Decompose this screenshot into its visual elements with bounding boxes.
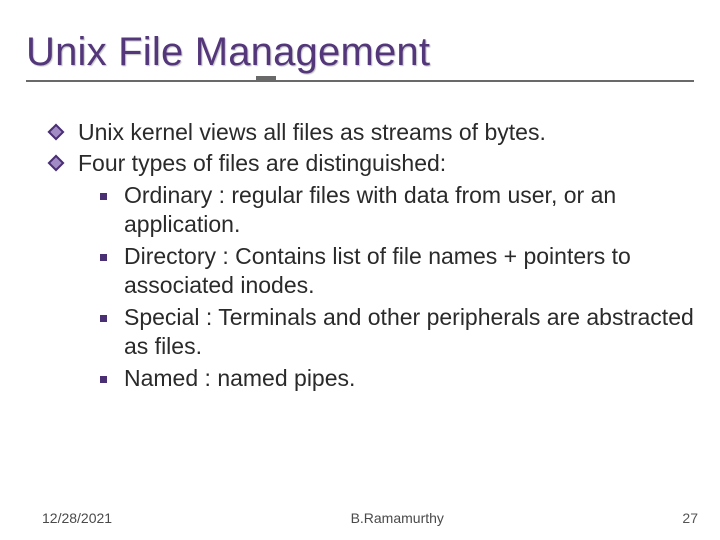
square-bullet-icon [100,193,107,200]
bullet-level1: Four types of files are distinguished: [78,149,696,178]
underline-accent [256,76,276,82]
slide: { "title": "Unix File Management", "poin… [0,0,720,540]
slide-title: Unix File Management [26,30,720,74]
diamond-bullet-icon [48,124,65,141]
footer-author: B.Ramamurthy [351,510,444,526]
slide-footer: 12/28/2021 B.Ramamurthy 27 [0,510,720,526]
square-bullet-icon [100,254,107,261]
bullet-text: Directory : Contains list of file names … [124,243,631,298]
bullet-level2: Directory : Contains list of file names … [100,242,696,301]
bullet-level1: Unix kernel views all files as streams o… [78,118,696,147]
bullet-text: Four types of files are distinguished: [78,150,446,176]
square-bullet-icon [100,376,107,383]
sub-bullet-list: Ordinary : regular files with data from … [100,181,696,393]
square-bullet-icon [100,315,107,322]
slide-body: Unix kernel views all files as streams o… [0,82,720,393]
title-underline [26,80,694,82]
title-area: Unix File Management [0,0,720,82]
bullet-level2: Ordinary : regular files with data from … [100,181,696,240]
diamond-bullet-icon [48,155,65,172]
bullet-text: Unix kernel views all files as streams o… [78,119,546,145]
footer-page-number: 27 [682,510,698,526]
footer-date: 12/28/2021 [42,510,112,526]
bullet-text: Named : named pipes. [124,365,355,391]
bullet-level2: Named : named pipes. [100,364,696,393]
bullet-level2: Special : Terminals and other peripheral… [100,303,696,362]
bullet-text: Special : Terminals and other peripheral… [124,304,694,359]
bullet-text: Ordinary : regular files with data from … [124,182,616,237]
